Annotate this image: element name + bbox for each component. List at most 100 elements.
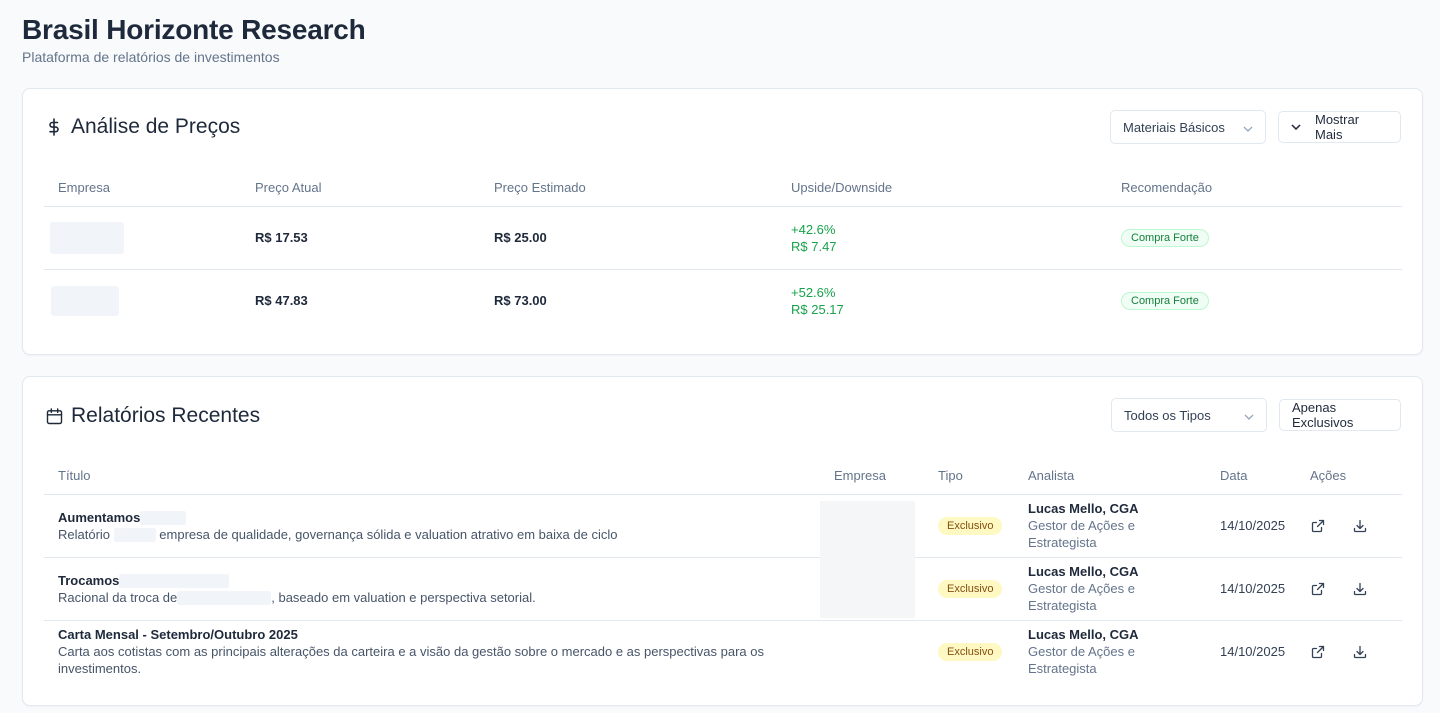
price-analysis-header: Análise de Preços (45, 115, 240, 139)
price-table-header: Empresa Preço Atual Preço Estimado Upsid… (44, 169, 1402, 207)
analyst-role: Gestor de Ações e Estrategista (1028, 644, 1135, 677)
column-header: Ações (1296, 457, 1402, 495)
company-logo-redacted (51, 285, 119, 316)
report-desc-start: Racional da troca de (58, 589, 178, 605)
report-title: Trocamos (58, 572, 820, 589)
external-link-icon[interactable] (1310, 581, 1326, 597)
table-row[interactable]: Aumentamos Relatório empresa de qualidad… (44, 494, 1402, 558)
chevron-down-icon (1291, 124, 1301, 130)
report-date: 14/10/2025 (1206, 557, 1296, 621)
report-title-cell: Carta Mensal - Setembro/Outubro 2025 Car… (44, 620, 820, 683)
report-desc-end: empresa de qualidade, governança sólida … (159, 526, 618, 542)
company-cell (44, 206, 241, 270)
table-row[interactable]: Trocamos Racional da troca de , baseado e… (44, 557, 1402, 621)
upside-amount: R$ 7.47 (791, 238, 837, 254)
report-title: Carta Mensal - Setembro/Outubro 2025 (58, 627, 298, 643)
company-cell (820, 494, 924, 558)
show-more-button[interactable]: Mostrar Mais (1278, 111, 1401, 143)
redacted-text (119, 574, 230, 589)
table-row[interactable]: Carta Mensal - Setembro/Outubro 2025 Car… (44, 620, 1402, 683)
app-header: Brasil Horizonte Research Plataforma de … (22, 14, 366, 65)
column-header: Preço Estimado (480, 169, 777, 207)
upside-cell: +52.6% R$ 25.17 (777, 269, 1107, 332)
type-cell: Exclusivo (924, 494, 1014, 558)
upside-cell: +42.6% R$ 7.47 (777, 206, 1107, 270)
upside-amount: R$ 25.17 (791, 301, 844, 317)
type-select-value: Todos os Tipos (1124, 407, 1211, 423)
type-badge: Exclusivo (938, 579, 1003, 598)
chevron-down-icon (1244, 408, 1254, 423)
actions-cell (1296, 494, 1402, 558)
recommendation-cell: Compra Forte (1107, 206, 1402, 270)
report-description: Relatório empresa de qualidade, governan… (58, 526, 820, 543)
analyst-role: Gestor de Ações e Estrategista (1028, 518, 1135, 550)
download-icon[interactable] (1352, 644, 1368, 660)
redacted-text (140, 511, 187, 526)
target-price: R$ 25.00 (480, 206, 777, 270)
app-title: Brasil Horizonte Research (22, 14, 366, 45)
upside-percent: +42.6% (791, 221, 836, 237)
type-badge: Exclusivo (938, 516, 1003, 535)
column-header: Empresa (820, 457, 924, 495)
price-controls: Materiais Básicos Mostrar Mais (1110, 110, 1401, 144)
report-date: 14/10/2025 (1206, 494, 1296, 558)
sector-select[interactable]: Materiais Básicos (1110, 110, 1266, 144)
recommendation-cell: Compra Forte (1107, 269, 1402, 332)
upside-percent: +52.6% (791, 284, 836, 300)
column-header: Analista (1014, 457, 1206, 495)
price-analysis-card: Análise de Preços Materiais Básicos Most… (22, 88, 1423, 355)
current-price: R$ 47.83 (255, 293, 308, 309)
column-header: Empresa (44, 169, 241, 207)
download-icon[interactable] (1352, 518, 1368, 534)
app-subtitle: Plataforma de relatórios de investimento… (22, 49, 280, 65)
report-title-text: Trocamos (58, 572, 120, 588)
actions-cell (1296, 620, 1402, 683)
recommendation-badge: Compra Forte (1121, 228, 1209, 247)
company-cell (820, 557, 924, 621)
report-description: Carta aos cotistas com as principais alt… (58, 644, 764, 677)
type-cell: Exclusivo (924, 620, 1014, 683)
current-price: R$ 17.53 (241, 206, 480, 270)
recent-reports-title: Relatórios Recentes (71, 404, 261, 427)
recommendation-badge: Compra Forte (1121, 291, 1209, 310)
analyst-role: Gestor de Ações e Estrategista (1028, 581, 1135, 613)
recent-reports-card: Relatórios Recentes Todos os Tipos Apena… (22, 376, 1423, 706)
external-link-icon[interactable] (1310, 644, 1326, 660)
column-header: Recomendação (1107, 169, 1402, 207)
price-table: Empresa Preço Atual Preço Estimado Upsid… (44, 169, 1402, 332)
analyst-cell: Lucas Mello, CGA Gestor de Ações e Estra… (1014, 557, 1206, 621)
sector-select-value: Materiais Básicos (1123, 119, 1225, 135)
type-select[interactable]: Todos os Tipos (1111, 398, 1267, 432)
external-link-icon[interactable] (1310, 518, 1326, 534)
column-header: Tipo (924, 457, 1014, 495)
reports-table: Título Empresa Tipo Analista Data Ações … (44, 457, 1402, 683)
chevron-down-icon (1243, 120, 1253, 135)
show-more-label: Mostrar Mais (1315, 112, 1360, 142)
column-header: Título (44, 457, 820, 495)
company-logo-redacted (820, 500, 915, 558)
target-price: R$ 73.00 (494, 293, 547, 309)
redacted-text (113, 528, 156, 543)
report-desc-start: Relatório (58, 526, 111, 542)
report-title-cell: Aumentamos Relatório empresa de qualidad… (44, 494, 820, 558)
analyst-name: Lucas Mello, CGA (1028, 501, 1139, 516)
analyst-name: Lucas Mello, CGA (1028, 564, 1139, 579)
company-logo-redacted (820, 557, 915, 618)
company-cell (44, 269, 241, 332)
report-desc-end: , baseado em valuation e perspectiva set… (271, 589, 536, 605)
calendar-icon (45, 407, 63, 425)
reports-table-header: Título Empresa Tipo Analista Data Ações (44, 457, 1402, 495)
analyst-name: Lucas Mello, CGA (1028, 627, 1139, 643)
exclusive-only-button[interactable]: Apenas Exclusivos (1279, 399, 1401, 431)
table-row[interactable]: R$ 47.83 R$ 73.00 +52.6% R$ 25.17 Compra… (44, 269, 1402, 332)
download-icon[interactable] (1352, 581, 1368, 597)
report-title-text: Aumentamos (58, 509, 141, 525)
column-header: Data (1206, 457, 1296, 495)
price-analysis-title: Análise de Preços (71, 115, 241, 138)
report-title: Aumentamos (58, 509, 820, 526)
company-cell (820, 620, 924, 683)
table-row[interactable]: R$ 17.53 R$ 25.00 +42.6% R$ 7.47 Compra … (44, 206, 1402, 270)
recent-reports-header: Relatórios Recentes (45, 404, 260, 428)
report-description: Racional da troca de , baseado em valuati… (58, 589, 820, 606)
company-logo-redacted (50, 221, 124, 254)
